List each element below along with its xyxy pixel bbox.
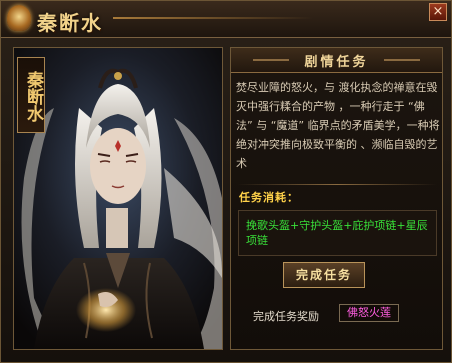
reward-item[interactable]: 佛怒火莲 (339, 304, 399, 322)
quest-description: 焚尽业障的怒火，与 渡化执念的禅意在毁灭中强行糅合的产物 ，一种行走于 “佛法”… (236, 81, 440, 170)
reward-label: 完成任务奖励 (253, 310, 319, 323)
quest-panel: 剧情任务 焚尽业障的怒火，与 渡化执念的禅意在毁灭中强行糅合的产物 ，一种行走于… (230, 47, 443, 350)
consume-items: 挽歌头盔+守护头盔+庇护项链+星辰项链 (246, 219, 428, 247)
title-bar[interactable]: 秦断水 × (1, 1, 451, 38)
title-flourish (113, 17, 313, 19)
portrait-illustration (14, 48, 222, 349)
close-button[interactable]: × (429, 3, 447, 21)
header-ornament-right (384, 59, 420, 61)
quest-dialog: 秦断水 × 秦断水 剧情任务 焚尽业障的怒火，与 渡化执念的禅意在毁灭中强行糅合… (0, 0, 452, 363)
close-icon: × (432, 4, 444, 19)
divider (237, 184, 437, 185)
section-header: 剧情任务 (231, 48, 442, 73)
window-title: 秦断水 (37, 11, 103, 35)
consume-label: 任务消耗： (239, 191, 299, 204)
character-name-plate: 秦断水 (17, 57, 45, 133)
complete-quest-button[interactable]: 完成任务 (283, 262, 365, 288)
emblem-icon (7, 5, 31, 31)
